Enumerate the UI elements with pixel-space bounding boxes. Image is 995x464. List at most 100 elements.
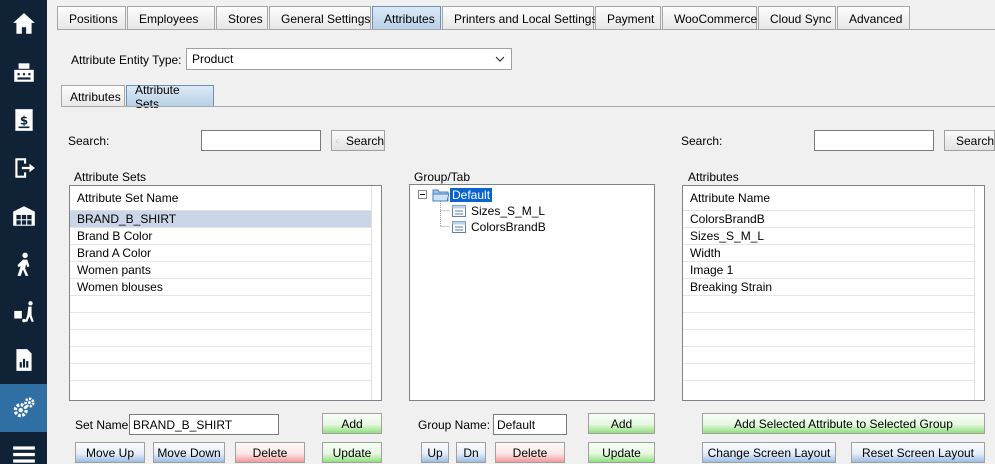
delete-set-button[interactable]: Delete (235, 442, 305, 463)
nav-home[interactable] (0, 0, 47, 48)
tree-node-child-label: Sizes_S_M_L (471, 204, 546, 218)
table-row[interactable]: Brand A Color (70, 245, 381, 262)
tab-strip-border (57, 29, 995, 30)
change-screen-layout-button[interactable]: Change Screen Layout (702, 442, 836, 463)
update-set-button[interactable]: Update (322, 442, 382, 463)
entity-type-label: Attribute Entity Type: (71, 53, 182, 67)
svg-text:$: $ (19, 113, 27, 127)
tab-general-settings[interactable]: General Settings (269, 6, 371, 30)
empty-row (683, 313, 984, 330)
search-left-button-label: Search (345, 133, 384, 148)
tab-stores[interactable]: Stores (216, 6, 268, 30)
table-row[interactable]: Breaking Strain (683, 279, 984, 296)
logout-icon (14, 158, 35, 178)
empty-row (70, 347, 381, 364)
nav-logout[interactable] (0, 144, 47, 192)
empty-row (70, 296, 381, 313)
top-tab-strip: Positions Employees Stores General Setti… (57, 6, 911, 30)
tree-node-child[interactable]: Sizes_S_M_L (451, 203, 547, 219)
set-name-label: Set Name: (75, 418, 132, 432)
attribute-sets-grid: Attribute Set Name BRAND_B_SHIRT Brand B… (69, 185, 382, 401)
table-row[interactable]: BRAND_B_SHIRT (70, 211, 381, 228)
home-icon (12, 13, 35, 34)
search-right-button-label: Search (955, 133, 994, 148)
reset-screen-layout-button[interactable]: Reset Screen Layout (851, 442, 985, 463)
subtab-attribute-sets[interactable]: Attribute Sets (126, 83, 214, 111)
tab-printers-local-settings[interactable]: Printers and Local Settings (442, 6, 597, 30)
chevron-down-icon (495, 56, 505, 62)
empty-row (70, 313, 381, 330)
nav-menu[interactable] (0, 430, 47, 464)
group-name-input[interactable]: Default (493, 414, 567, 435)
update-group-button[interactable]: Update (588, 442, 655, 463)
attributes-title: Attributes (688, 170, 739, 184)
tab-woocommerce[interactable]: WooCommerce (662, 6, 757, 30)
attributes-grid: Attribute Name ColorsBrandB Sizes_S_M_L … (682, 185, 985, 401)
spinner-icon (336, 138, 340, 143)
tab-advanced[interactable]: Advanced (837, 6, 910, 30)
sub-tab-strip: Attributes Attribute Sets (61, 83, 215, 111)
folder-open-icon (432, 189, 450, 202)
delete-group-button[interactable]: Delete (495, 442, 565, 463)
cash-register-icon (13, 63, 34, 82)
add-set-button[interactable]: Add (322, 413, 382, 434)
entity-type-select[interactable]: Product (186, 48, 512, 70)
tree-node-child[interactable]: ColorsBrandB (451, 219, 548, 235)
nav-invoices[interactable]: $ (0, 96, 47, 144)
list-item-icon (452, 205, 466, 217)
search-right-input[interactable] (814, 130, 934, 151)
tab-attributes[interactable]: Attributes (372, 6, 441, 30)
group-up-button[interactable]: Up (421, 442, 449, 463)
add-selected-attribute-button[interactable]: Add Selected Attribute to Selected Group (702, 413, 985, 434)
person-walking-icon (17, 252, 29, 276)
empty-row (70, 330, 381, 347)
nav-customers[interactable] (0, 240, 47, 288)
group-down-button[interactable]: Dn (456, 442, 486, 463)
attribute-sets-title: Attribute Sets (74, 170, 147, 184)
empty-row (70, 364, 381, 381)
tab-payment[interactable]: Payment (595, 6, 661, 30)
attributes-column-header[interactable]: Attribute Name (683, 186, 984, 211)
empty-row (683, 296, 984, 313)
set-name-input[interactable]: BRAND_B_SHIRT (129, 414, 279, 435)
add-group-button[interactable]: Add (588, 413, 655, 434)
table-row[interactable]: Brand B Color (70, 228, 381, 245)
left-nav: $ (0, 0, 47, 464)
entity-type-value: Product (192, 52, 234, 66)
nav-reports[interactable] (0, 336, 47, 384)
table-row[interactable]: Women blouses (70, 279, 381, 296)
nav-sales[interactable] (0, 48, 47, 96)
tab-cloud-sync[interactable]: Cloud Sync (758, 6, 836, 30)
main-content: Positions Employees Stores General Setti… (47, 0, 995, 464)
search-right-button[interactable]: Search (944, 130, 995, 151)
search-left-input[interactable] (201, 130, 321, 151)
table-row[interactable]: Image 1 (683, 262, 984, 279)
attributes-scrollbar[interactable] (974, 186, 984, 400)
empty-row (683, 364, 984, 381)
subtab-attributes[interactable]: Attributes (61, 85, 125, 107)
move-up-button[interactable]: Move Up (75, 442, 145, 463)
attribute-sets-scrollbar[interactable] (371, 186, 381, 400)
tree-node-root[interactable]: Default (432, 187, 494, 203)
table-row[interactable]: Women pants (70, 262, 381, 279)
group-tab-title: Group/Tab (414, 170, 471, 184)
table-row[interactable]: Sizes_S_M_L (683, 228, 984, 245)
empty-row (683, 330, 984, 347)
tab-positions[interactable]: Positions (57, 6, 126, 30)
group-name-label: Group Name: (418, 418, 491, 432)
nav-settings[interactable] (0, 384, 47, 432)
gears-icon (13, 397, 35, 418)
search-left-label: Search: (68, 134, 110, 148)
report-icon (15, 349, 32, 371)
warehouse-icon (12, 206, 35, 226)
nav-inventory[interactable] (0, 288, 47, 336)
nav-warehouse[interactable] (0, 192, 47, 240)
table-row[interactable]: ColorsBrandB (683, 211, 984, 228)
table-row[interactable]: Width (683, 245, 984, 262)
search-left-button[interactable]: Search (331, 130, 385, 151)
tab-employees[interactable]: Employees (127, 6, 215, 30)
attribute-sets-column-header[interactable]: Attribute Set Name (70, 186, 381, 211)
tree-node-child-label: ColorsBrandB (471, 220, 546, 234)
menu-icon (12, 446, 35, 463)
move-down-button[interactable]: Move Down (153, 442, 225, 463)
